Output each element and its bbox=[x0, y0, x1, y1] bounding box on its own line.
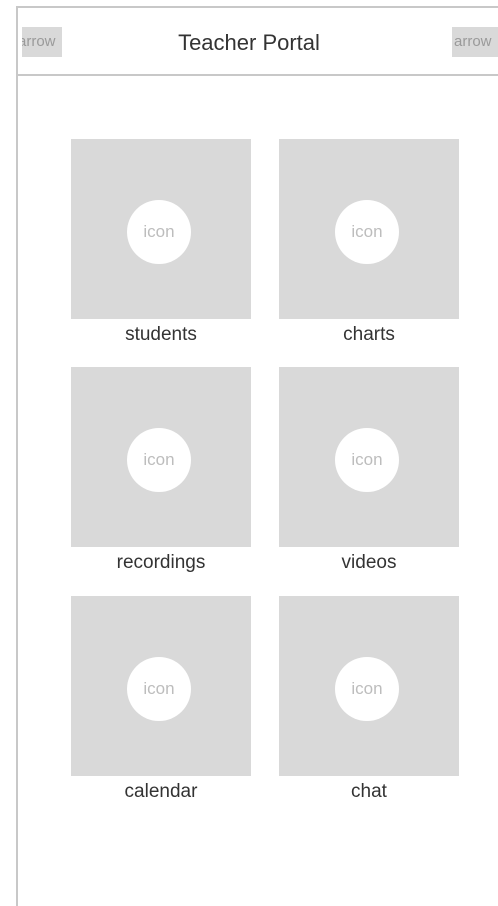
tile-recordings[interactable]: icon recordings bbox=[71, 367, 251, 575]
tile-label: recordings bbox=[116, 552, 206, 573]
tile-chat[interactable]: icon chat bbox=[279, 596, 459, 804]
tile-label: calendar bbox=[124, 781, 198, 802]
tile-videos[interactable]: icon videos bbox=[279, 367, 459, 575]
recordings-icon: icon bbox=[127, 428, 191, 492]
chat-icon: icon bbox=[335, 657, 399, 721]
videos-icon: icon bbox=[335, 428, 399, 492]
tile-image-placeholder: icon bbox=[279, 367, 459, 547]
tile-students[interactable]: icon students bbox=[71, 139, 251, 347]
tile-image-placeholder: icon bbox=[279, 139, 459, 319]
page-title: Teacher Portal bbox=[178, 30, 320, 55]
tile-charts[interactable]: icon charts bbox=[279, 139, 459, 347]
tile-image-placeholder: icon bbox=[71, 367, 251, 547]
forward-arrow-icon[interactable]: arrow bbox=[452, 27, 498, 57]
tile-image-placeholder: icon bbox=[279, 596, 459, 776]
tile-label: videos bbox=[341, 552, 397, 573]
tile-calendar[interactable]: icon calendar bbox=[71, 596, 251, 804]
tile-image-placeholder: icon bbox=[71, 596, 251, 776]
tile-image-placeholder: icon bbox=[71, 139, 251, 319]
tile-label: charts bbox=[343, 324, 395, 345]
tile-label: chat bbox=[351, 781, 387, 802]
tile-label: students bbox=[125, 324, 197, 345]
students-icon: icon bbox=[127, 200, 191, 264]
charts-icon: icon bbox=[335, 200, 399, 264]
calendar-icon: icon bbox=[127, 657, 191, 721]
